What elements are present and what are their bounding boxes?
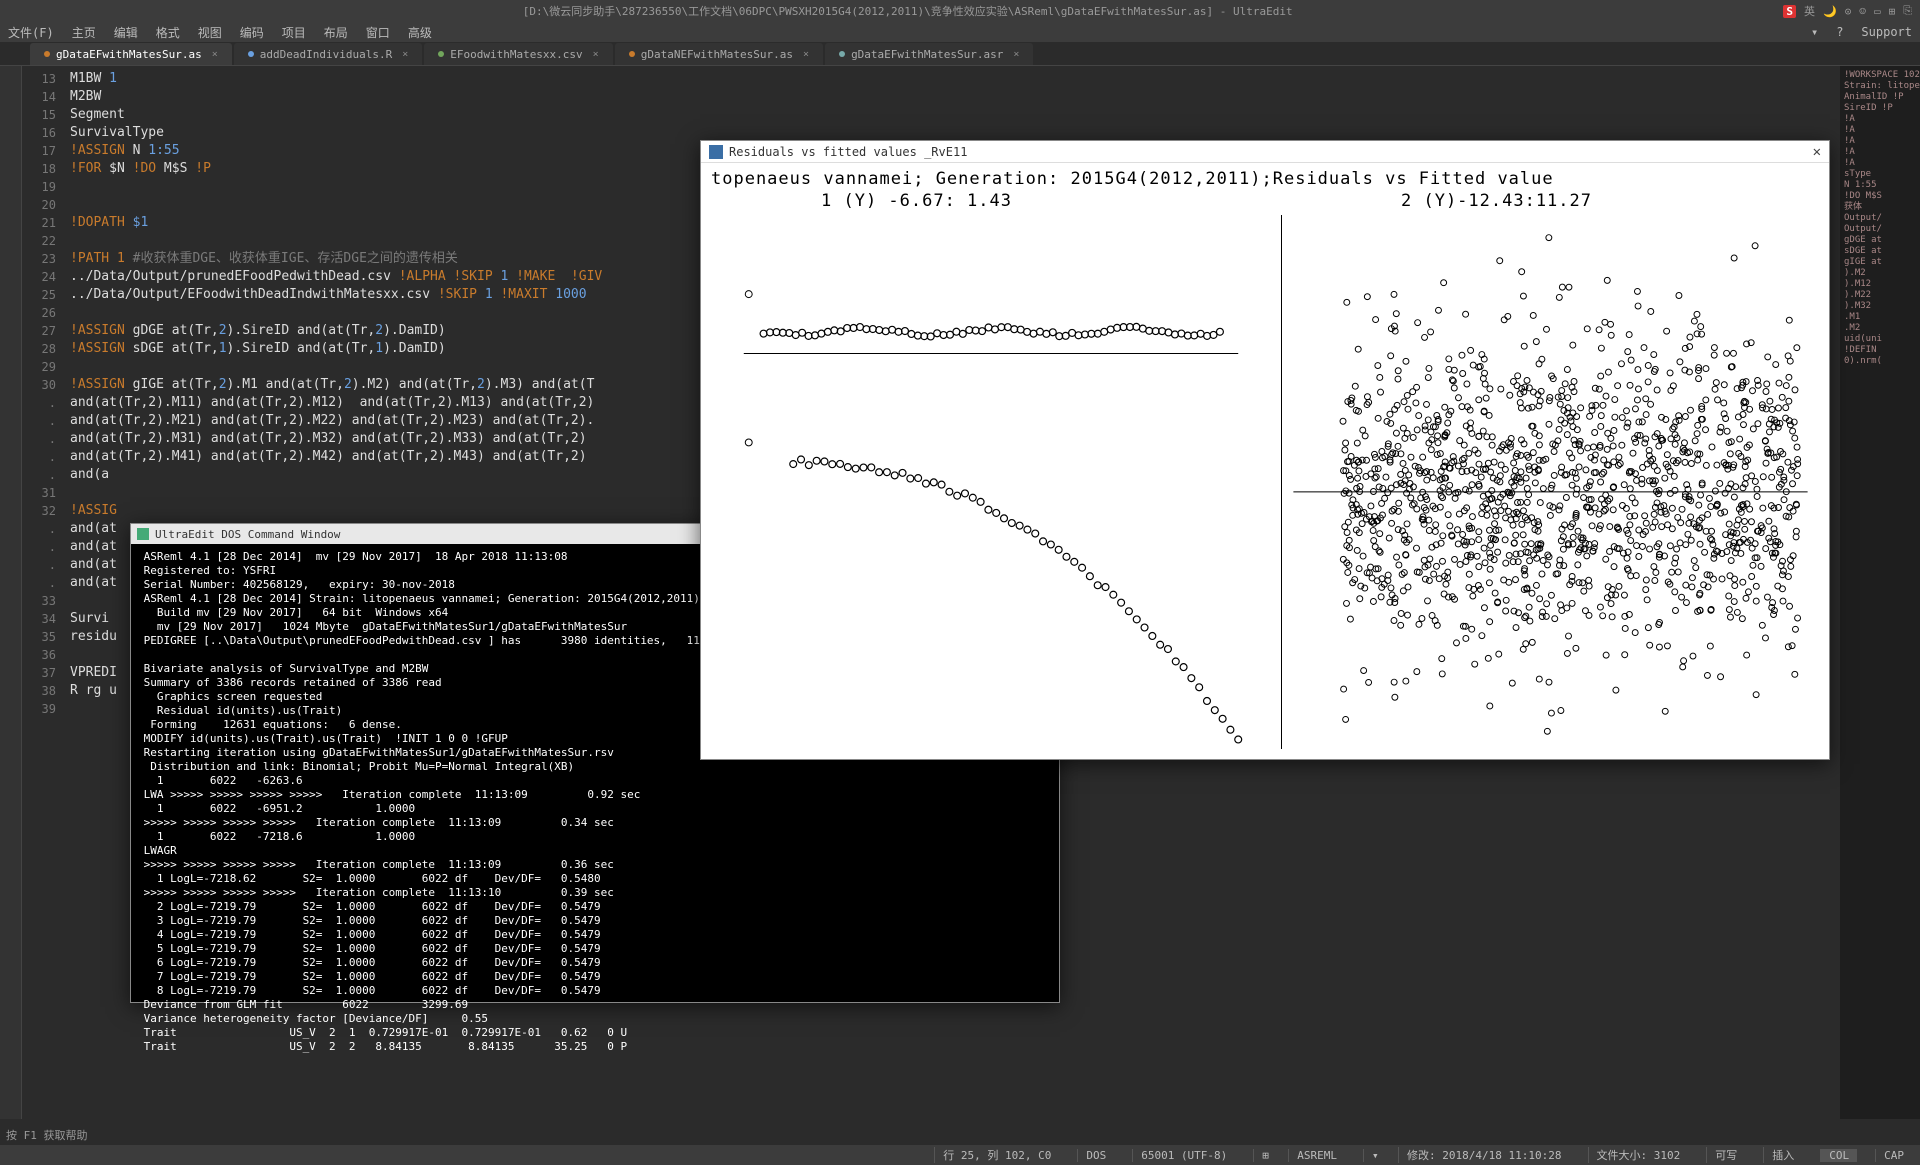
- status-lang[interactable]: ASREML: [1288, 1149, 1345, 1162]
- close-tab-icon[interactable]: ×: [1013, 49, 1019, 60]
- editor-tab[interactable]: addDeadIndividuals.R×: [234, 43, 422, 65]
- support-link[interactable]: Support: [1861, 25, 1912, 39]
- dos-window-title: UltraEdit DOS Command Window: [155, 528, 340, 541]
- plot-body: topenaeus vannamei; Generation: 2015G4(2…: [701, 163, 1829, 759]
- menu-home[interactable]: 主页: [72, 24, 96, 41]
- plot-panel-right: [1281, 215, 1819, 749]
- left-sidebar[interactable]: [0, 66, 22, 1119]
- editor-tab[interactable]: gDataEFwithMatesSur.asr×: [825, 43, 1033, 65]
- help-hint: 按 F1 获取帮助: [6, 1127, 88, 1143]
- tray-icon[interactable]: ⊙: [1845, 5, 1852, 18]
- menu-view[interactable]: 视图: [198, 24, 222, 41]
- menu-file[interactable]: 文件(F): [8, 24, 54, 41]
- lang-icon[interactable]: ▾: [1363, 1149, 1380, 1162]
- status-readwrite[interactable]: 可写: [1706, 1147, 1745, 1163]
- menu-window[interactable]: 窗口: [366, 24, 390, 41]
- residuals-plot-window[interactable]: Residuals vs fitted values _RvE11 ✕ tope…: [700, 140, 1830, 760]
- menu-format[interactable]: 格式: [156, 24, 180, 41]
- help-icon[interactable]: ?: [1836, 25, 1843, 39]
- minimap-panel[interactable]: !WORKSPACE 1024Strain: litopenAnimalID !…: [1840, 66, 1920, 1119]
- status-cap[interactable]: CAP: [1875, 1149, 1912, 1162]
- status-insert[interactable]: 插入: [1763, 1147, 1802, 1163]
- window-title: [D:\微云同步助手\287236550\工作文档\06DPC\PWSXH201…: [32, 3, 1783, 19]
- close-tab-icon[interactable]: ×: [593, 49, 599, 60]
- status-col[interactable]: COL: [1820, 1149, 1857, 1162]
- plot-window-titlebar[interactable]: Residuals vs fitted values _RvE11 ✕: [701, 141, 1829, 163]
- chevron-down-icon[interactable]: ▾: [1811, 25, 1818, 39]
- plot-heading: topenaeus vannamei; Generation: 2015G4(2…: [711, 169, 1819, 189]
- menu-encoding[interactable]: 编码: [240, 24, 264, 41]
- editor-tab[interactable]: gDataNEFwithMatesSur.as×: [615, 43, 823, 65]
- status-modified: 修改: 2018/4/18 11:10:28: [1398, 1147, 1569, 1163]
- encoding-icon[interactable]: ⊞: [1253, 1149, 1270, 1162]
- editor-tab[interactable]: EFoodwithMatesxx.csv×: [424, 43, 612, 65]
- menu-project[interactable]: 项目: [282, 24, 306, 41]
- tray-icon[interactable]: ▭: [1874, 5, 1881, 18]
- tray-icon[interactable]: ⎘: [1903, 4, 1912, 18]
- status-size: 文件大小: 3102: [1588, 1147, 1689, 1163]
- menu-layout[interactable]: 布局: [324, 24, 348, 41]
- line-gutter: 131415161718192021222324252627282930....…: [22, 66, 62, 1119]
- plot-panel-left: [721, 215, 1261, 749]
- plot-window-title: Residuals vs fitted values _RvE11: [729, 145, 967, 159]
- chart-icon: [709, 145, 723, 159]
- menu-edit[interactable]: 编辑: [114, 24, 138, 41]
- terminal-icon: [137, 528, 149, 540]
- menu-bar: 文件(F) 主页 编辑 格式 视图 编码 项目 布局 窗口 高级 ▾ ? Sup…: [0, 22, 1920, 42]
- status-encoding[interactable]: 65001 (UTF-8): [1132, 1149, 1235, 1162]
- status-mode[interactable]: DOS: [1077, 1149, 1114, 1162]
- plot-subtitle-left: 1 (Y) -6.67: 1.43: [821, 191, 1012, 211]
- status-bar: 行 25, 列 102, C0 DOS 65001 (UTF-8) ⊞ ASRE…: [0, 1145, 1920, 1165]
- window-titlebar: [D:\微云同步助手\287236550\工作文档\06DPC\PWSXH201…: [0, 0, 1920, 22]
- ime-lang[interactable]: 英: [1804, 3, 1815, 19]
- close-tab-icon[interactable]: ×: [803, 49, 809, 60]
- close-tab-icon[interactable]: ×: [212, 49, 218, 60]
- close-icon[interactable]: ✕: [1813, 144, 1821, 160]
- editor-tab[interactable]: gDataEFwithMatesSur.as×: [30, 43, 232, 65]
- plot-subtitle-right: 2 (Y)-12.43:11.27: [1401, 191, 1592, 211]
- moon-icon[interactable]: 🌙: [1823, 5, 1837, 18]
- editor-tabs: gDataEFwithMatesSur.as×addDeadIndividual…: [0, 42, 1920, 66]
- tray-icon[interactable]: ☺: [1859, 5, 1866, 18]
- tray-icon[interactable]: ⊞: [1889, 5, 1896, 18]
- close-tab-icon[interactable]: ×: [402, 49, 408, 60]
- status-position: 行 25, 列 102, C0: [934, 1147, 1059, 1163]
- ime-indicator[interactable]: S: [1783, 5, 1796, 18]
- menu-advanced[interactable]: 高级: [408, 24, 432, 41]
